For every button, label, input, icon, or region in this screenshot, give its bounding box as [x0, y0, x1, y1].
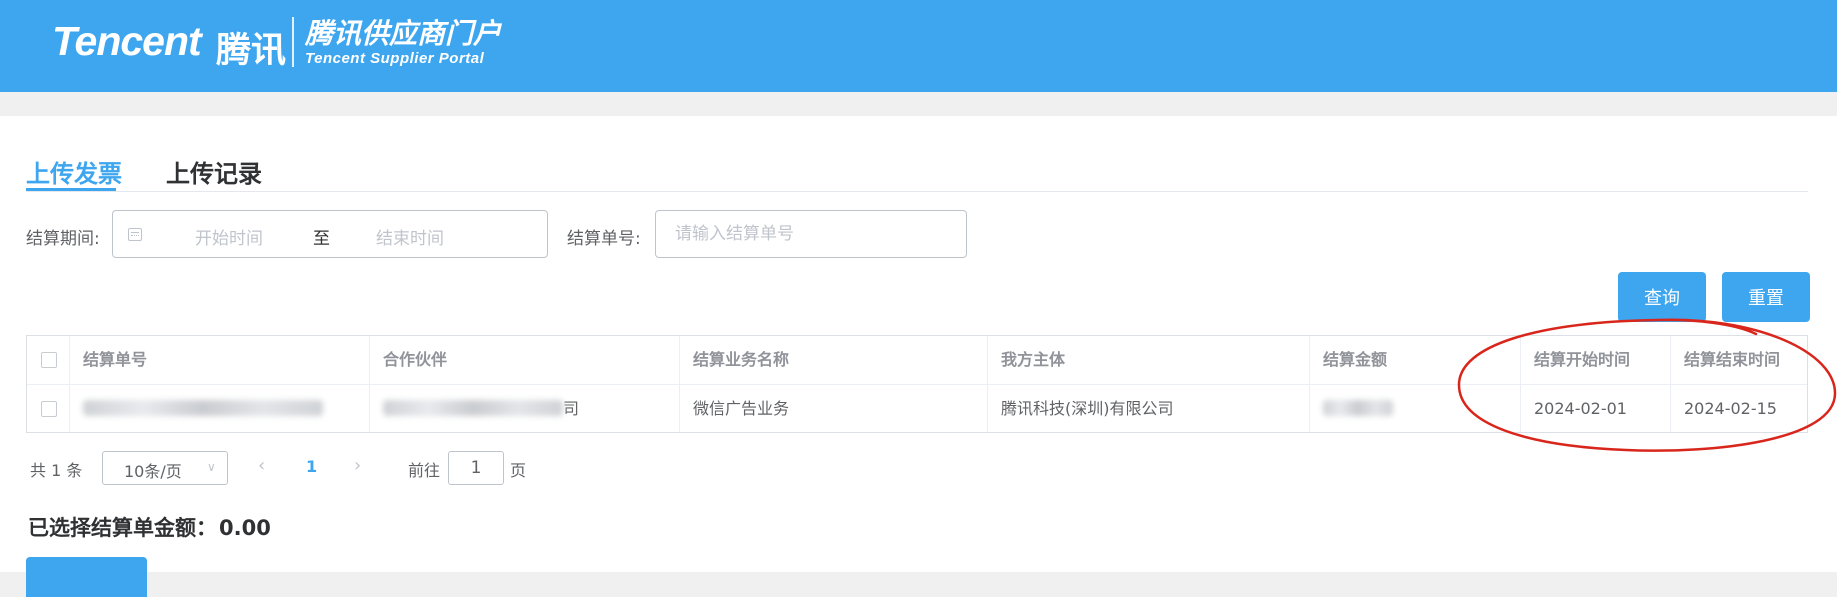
bottom-action-button[interactable] — [26, 557, 147, 597]
header-select-all — [27, 336, 70, 384]
column-header: 结算金额 — [1310, 336, 1521, 384]
page-unit-label: 页 — [510, 461, 527, 480]
row-select-cell — [27, 384, 70, 432]
order-number-input[interactable] — [655, 210, 967, 258]
page-size-value: 10条/页 — [124, 462, 182, 481]
goto-page-input[interactable] — [448, 451, 504, 485]
redacted-text — [383, 400, 563, 416]
range-separator: 至 — [313, 229, 330, 249]
tab-upload-invoice[interactable]: 上传发票 — [26, 154, 122, 189]
main-content: 上传发票 上传记录 结算期间: 开始时间 至 结束时间 结算单号: 查询 重置 … — [0, 116, 1837, 597]
start-date-cell: 2024-02-01 — [1521, 384, 1671, 432]
reset-button[interactable]: 重置 — [1722, 272, 1810, 322]
query-button[interactable]: 查询 — [1618, 272, 1706, 322]
settlement-number-cell — [70, 384, 370, 432]
chevron-left-icon[interactable]: ‹ — [258, 455, 265, 476]
business-name-cell: 微信广告业务 — [680, 384, 988, 432]
redacted-text — [83, 400, 323, 416]
column-header: 合作伙伴 — [370, 336, 680, 384]
order-number-label: 结算单号: — [567, 229, 641, 249]
tencent-logo-cn[interactable]: 腾讯 — [216, 22, 286, 73]
column-header: 结算业务名称 — [680, 336, 988, 384]
settlement-table: 结算单号 合作伙伴 结算业务名称 我方主体 结算金额 结算开始时间 结算结束时间… — [26, 335, 1808, 433]
date-range-picker[interactable]: 开始时间 至 结束时间 — [112, 210, 548, 258]
partner-cell: 司 — [370, 384, 680, 432]
selected-amount-summary: 已选择结算单金额：0.00 — [26, 512, 271, 542]
tab-active-indicator — [26, 188, 116, 191]
selected-amount-value: 0.00 — [219, 516, 271, 540]
chevron-down-icon: ∨ — [207, 460, 216, 474]
partner-name-suffix: 司 — [563, 399, 580, 418]
column-header: 我方主体 — [988, 336, 1310, 384]
goto-label: 前往 — [408, 461, 441, 480]
column-header: 结算结束时间 — [1684, 350, 1781, 369]
chevron-right-icon[interactable]: › — [354, 455, 361, 476]
selected-amount-label: 已选择结算单金额： — [28, 516, 217, 540]
entity-cell: 腾讯科技(深圳)有限公司 — [988, 384, 1310, 432]
top-header: Tencent 腾讯 腾讯供应商门户 Tencent Supplier Port… — [0, 0, 1837, 92]
page-size-select[interactable]: 10条/页 ∨ — [102, 451, 228, 485]
select-all-checkbox[interactable] — [41, 352, 57, 368]
end-date-cell: 2024-02-15 — [1671, 384, 1807, 432]
redacted-text — [1323, 400, 1393, 416]
tencent-logo-text[interactable]: Tencent — [52, 18, 202, 65]
start-date-placeholder[interactable]: 开始时间 — [195, 224, 263, 249]
end-date-placeholder[interactable]: 结束时间 — [376, 224, 444, 249]
page-number-current[interactable]: 1 — [306, 457, 317, 476]
row-checkbox[interactable] — [41, 401, 57, 417]
column-header: 结算单号 — [70, 336, 370, 384]
pagination-total: 共 1 条 — [30, 461, 83, 480]
tabs-divider — [26, 191, 1808, 192]
column-header: 结算开始时间 — [1521, 336, 1671, 384]
logo-divider — [292, 17, 294, 67]
calendar-icon — [128, 228, 142, 241]
period-label: 结算期间: — [26, 229, 100, 249]
tab-upload-records[interactable]: 上传记录 — [166, 154, 262, 189]
amount-cell — [1310, 384, 1521, 432]
portal-title-en: Tencent Supplier Portal — [305, 50, 485, 67]
portal-title-cn: 腾讯供应商门户 — [305, 17, 502, 50]
